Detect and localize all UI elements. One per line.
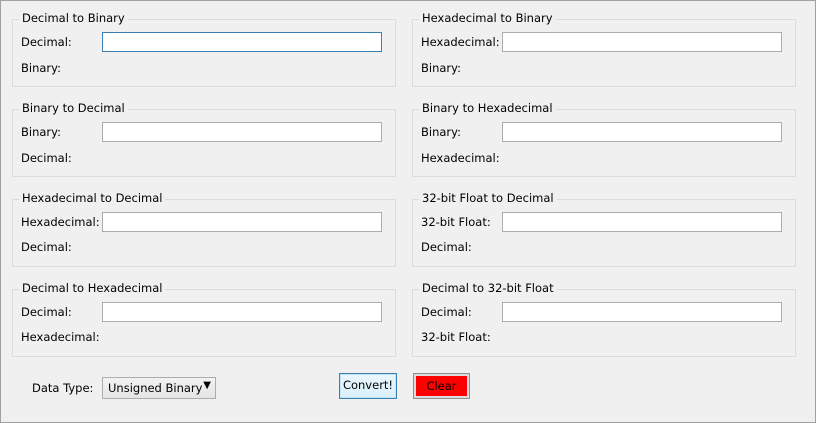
decimal-output-label: Decimal: (21, 151, 72, 165)
decimal-to-binary-input[interactable] (102, 32, 382, 52)
group-hexadecimal-to-binary: Hexadecimal to Binary (412, 11, 796, 87)
group-title: Hexadecimal to Binary (419, 11, 556, 25)
group-title: Decimal to 32-bit Float (419, 281, 557, 295)
hexadecimal-input-label: Hexadecimal: (21, 215, 100, 229)
group-title: 32-bit Float to Decimal (419, 191, 557, 205)
chevron-down-icon: ▼ (203, 380, 211, 391)
hexadecimal-to-decimal-input[interactable] (102, 212, 382, 232)
group-title: Binary to Decimal (19, 101, 128, 115)
group-title: Hexadecimal to Decimal (19, 191, 166, 205)
decimal-input-label: Decimal: (421, 305, 472, 319)
group-decimal-to-hexadecimal: Decimal to Hexadecimal (12, 281, 396, 357)
binary-input-label: Binary: (421, 125, 461, 139)
group-title: Decimal to Hexadecimal (19, 281, 166, 295)
data-type-selected-value: Unsigned Binary (108, 381, 203, 395)
binary-to-hexadecimal-input[interactable] (502, 122, 782, 142)
group-hexadecimal-to-decimal: Hexadecimal to Decimal (12, 191, 396, 267)
binary-output-label: Binary: (21, 61, 61, 75)
converter-window: Decimal to Binary Decimal: Binary: Hexad… (0, 0, 816, 423)
group-decimal-to-float: Decimal to 32-bit Float (412, 281, 796, 357)
binary-to-decimal-input[interactable] (102, 122, 382, 142)
decimal-input-label: Decimal: (21, 35, 72, 49)
binary-output-label: Binary: (421, 61, 461, 75)
decimal-output-label: Decimal: (21, 240, 72, 254)
binary-input-label: Binary: (21, 125, 61, 139)
hexadecimal-output-label: Hexadecimal: (421, 151, 500, 165)
group-binary-to-hexadecimal: Binary to Hexadecimal (412, 101, 796, 177)
clear-button-label: Clear (416, 376, 467, 396)
float-to-decimal-input[interactable] (502, 212, 782, 232)
decimal-to-float-input[interactable] (502, 302, 782, 322)
group-title: Binary to Hexadecimal (419, 101, 556, 115)
group-title: Decimal to Binary (19, 11, 128, 25)
hexadecimal-output-label: Hexadecimal: (21, 330, 100, 344)
float-input-label: 32-bit Float: (421, 215, 491, 229)
hexadecimal-to-binary-input[interactable] (502, 32, 782, 52)
group-float-to-decimal: 32-bit Float to Decimal (412, 191, 796, 267)
clear-button[interactable]: Clear (413, 373, 470, 399)
hexadecimal-input-label: Hexadecimal: (421, 35, 500, 49)
convert-button[interactable]: Convert! (339, 373, 397, 399)
group-binary-to-decimal: Binary to Decimal (12, 101, 396, 177)
float-output-label: 32-bit Float: (421, 330, 491, 344)
decimal-to-hexadecimal-input[interactable] (102, 302, 382, 322)
decimal-output-label: Decimal: (421, 240, 472, 254)
data-type-select[interactable]: Unsigned Binary ▼ (102, 377, 216, 399)
decimal-input-label: Decimal: (21, 305, 72, 319)
group-decimal-to-binary: Decimal to Binary (12, 11, 396, 87)
data-type-label: Data Type: (32, 381, 94, 395)
convert-button-label: Convert! (342, 378, 394, 392)
